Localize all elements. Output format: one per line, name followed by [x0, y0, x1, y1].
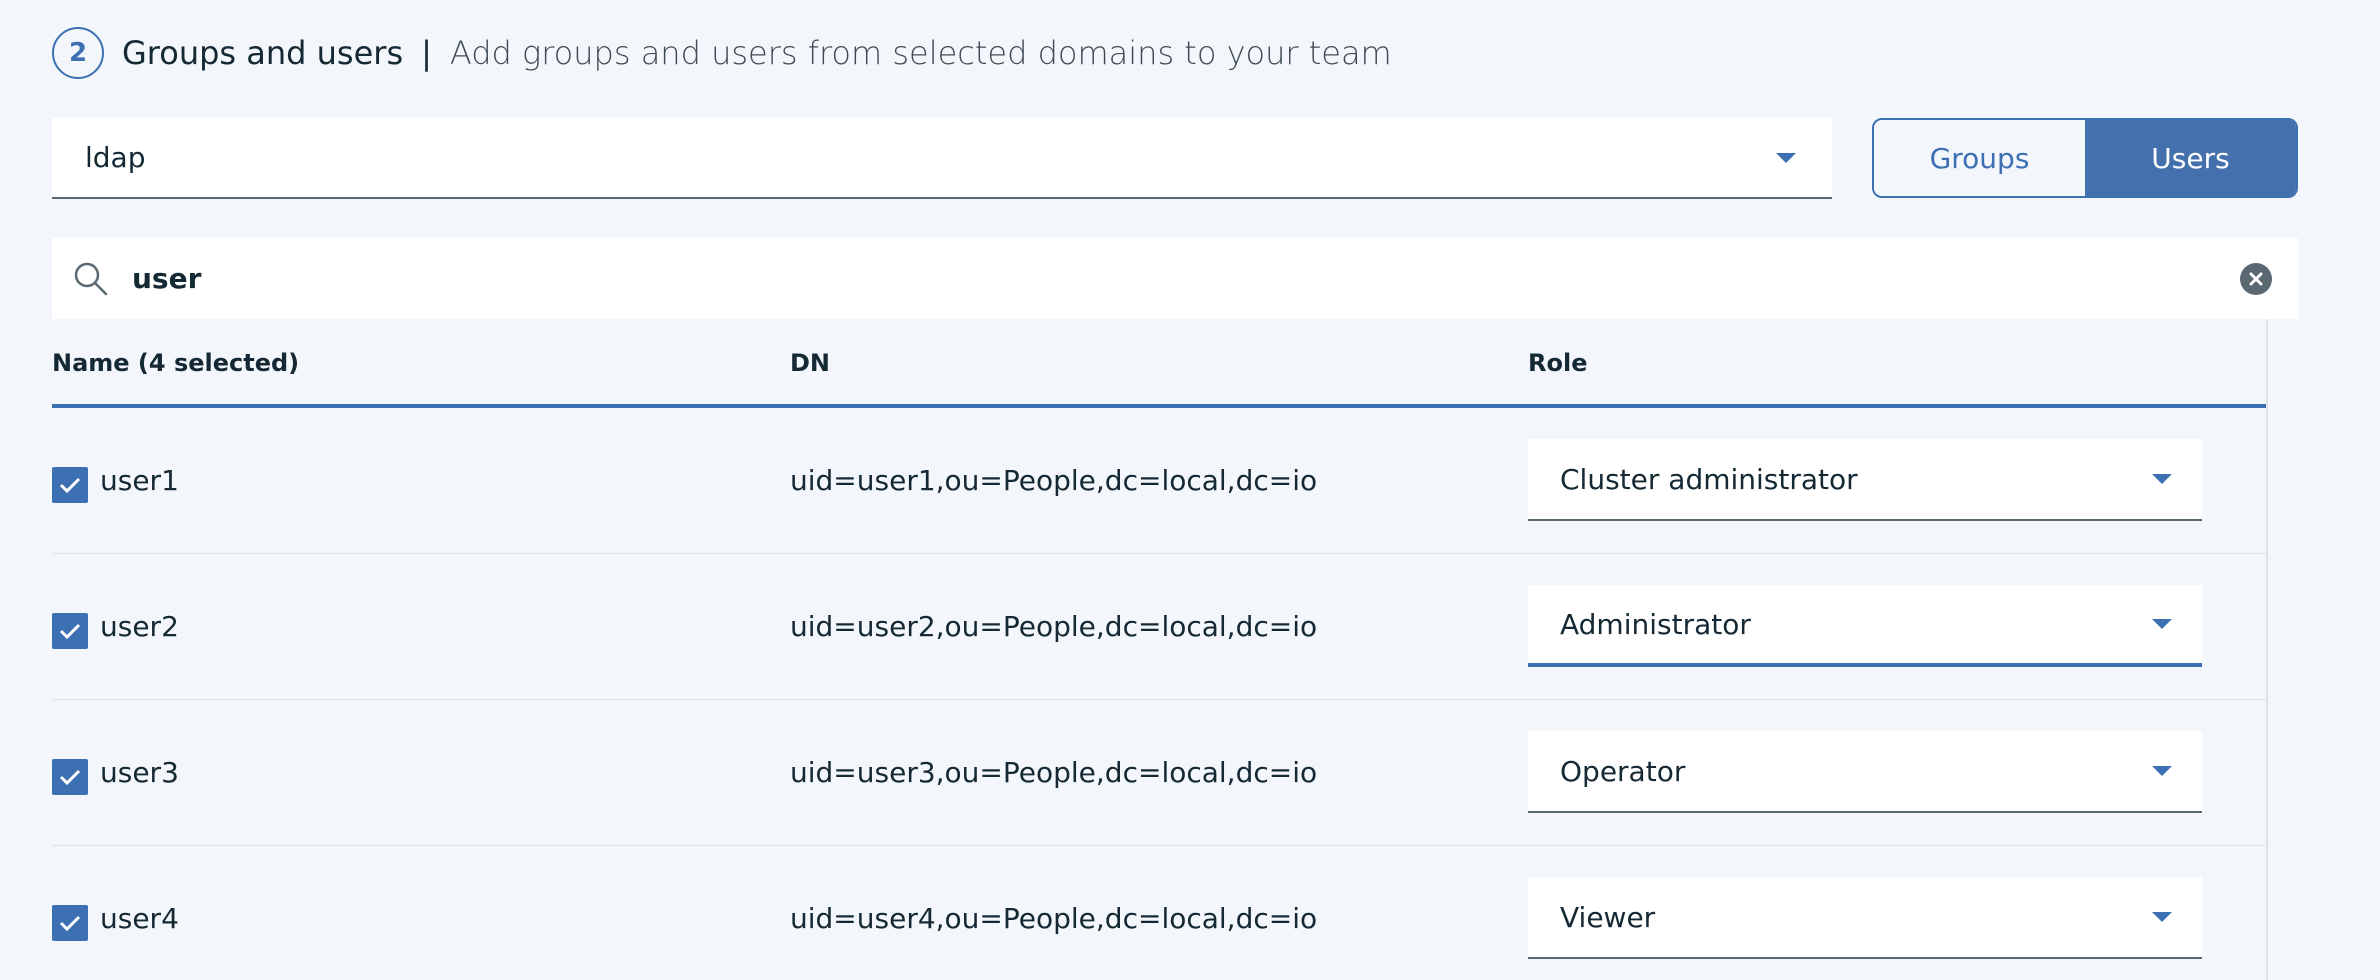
column-header-role[interactable]: Role [1528, 349, 1587, 377]
groups-toggle-button[interactable]: Groups [1874, 120, 2085, 196]
title-separator: | [421, 34, 432, 72]
row-checkbox[interactable] [52, 467, 88, 503]
chevron-down-icon [1776, 152, 1796, 163]
chevron-down-icon [2152, 619, 2172, 629]
role-select[interactable]: Viewer [1528, 877, 2202, 959]
column-header-name[interactable]: Name (4 selected) [52, 349, 299, 377]
user-name: user1 [100, 464, 179, 497]
role-select-value: Administrator [1560, 607, 1751, 641]
users-toggle-button[interactable]: Users [2085, 120, 2296, 196]
users-table: Name (4 selected) DN Role user1 uid=user… [52, 319, 2266, 980]
groups-users-panel: 2 Groups and users | Add groups and user… [0, 0, 2380, 980]
role-select-value: Cluster administrator [1560, 462, 1858, 496]
column-header-dn[interactable]: DN [790, 349, 830, 377]
search-field[interactable]: user [52, 238, 2298, 319]
user-dn: uid=user2,ou=People,dc=local,dc=io [790, 610, 1318, 643]
row-checkbox[interactable] [52, 613, 88, 649]
table-row: user4 uid=user4,ou=People,dc=local,dc=io… [52, 846, 2266, 980]
role-select-value: Viewer [1560, 900, 1656, 934]
table-row: user1 uid=user1,ou=People,dc=local,dc=io… [52, 408, 2266, 554]
search-input[interactable]: user [132, 238, 201, 319]
search-icon [72, 260, 110, 298]
user-name: user4 [100, 902, 179, 935]
chevron-down-icon [2152, 766, 2172, 776]
step-number-badge: 2 [52, 27, 104, 79]
groups-users-toggle: Groups Users [1872, 118, 2298, 198]
step-description: Add groups and users from selected domai… [449, 34, 1392, 72]
chevron-down-icon [2152, 912, 2172, 922]
user-dn: uid=user1,ou=People,dc=local,dc=io [790, 464, 1318, 497]
chevron-down-icon [2152, 474, 2172, 484]
domain-select[interactable]: ldap [52, 118, 1832, 199]
user-dn: uid=user4,ou=People,dc=local,dc=io [790, 902, 1318, 935]
role-select[interactable]: Administrator [1528, 585, 2202, 667]
role-select-value: Operator [1560, 754, 1686, 788]
step-header: 2 Groups and users | Add groups and user… [52, 26, 1392, 80]
domain-select-value: ldap [85, 141, 146, 174]
role-select[interactable]: Operator [1528, 731, 2202, 813]
table-header: Name (4 selected) DN Role [52, 319, 2266, 408]
user-name: user2 [100, 610, 179, 643]
clear-search-icon[interactable] [2240, 263, 2272, 295]
table-row: user2 uid=user2,ou=People,dc=local,dc=io… [52, 554, 2266, 700]
user-name: user3 [100, 756, 179, 789]
row-checkbox[interactable] [52, 905, 88, 941]
table-scrollbar[interactable] [2266, 319, 2298, 980]
user-dn: uid=user3,ou=People,dc=local,dc=io [790, 756, 1318, 789]
role-select[interactable]: Cluster administrator [1528, 439, 2202, 521]
table-row: user3 uid=user3,ou=People,dc=local,dc=io… [52, 700, 2266, 846]
step-title: Groups and users [122, 34, 404, 72]
row-checkbox[interactable] [52, 759, 88, 795]
